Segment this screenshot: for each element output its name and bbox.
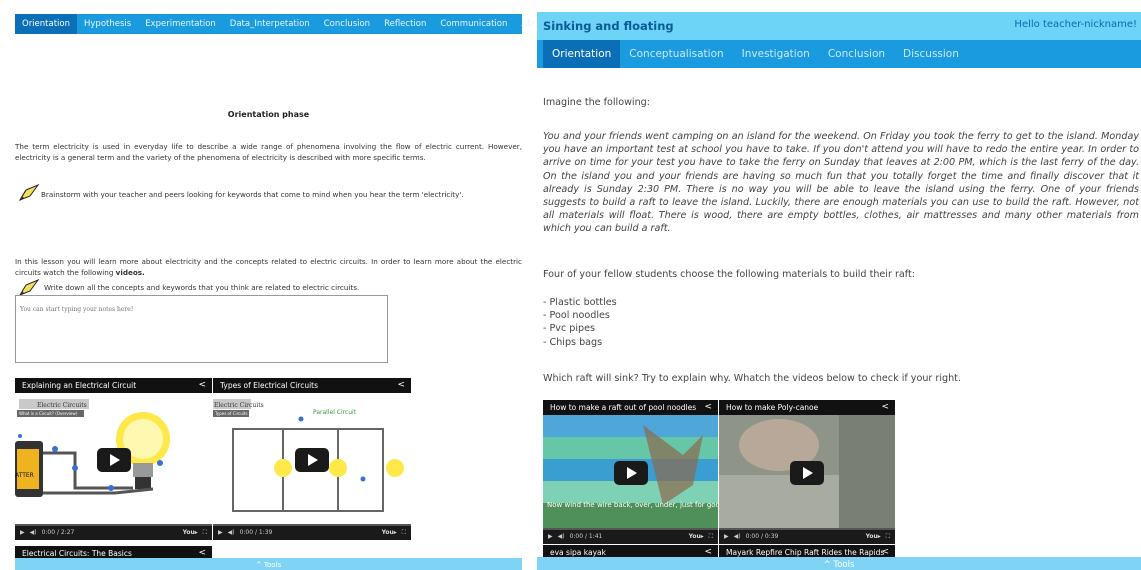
videos-emphasis: videos.: [115, 268, 145, 277]
story-paragraph: You and your friends went camping on an …: [543, 131, 1139, 235]
video-title[interactable]: Types of Electrical Circuits: [213, 378, 411, 393]
youtube-logo-icon[interactable]: You▸: [382, 526, 397, 540]
play-button[interactable]: [790, 460, 824, 485]
fullscreen-icon[interactable]: ⛶: [709, 530, 713, 544]
volume-icon[interactable]: ◀): [734, 530, 741, 544]
tab-about[interactable]: About: [514, 14, 535, 34]
phase-nav: Orientation Hypothesis Experimentation D…: [15, 14, 535, 34]
play-icon[interactable]: ▶: [548, 530, 553, 544]
video-title[interactable]: How to make a raft out of pool noodles: [543, 400, 718, 415]
youtube-logo-icon[interactable]: You▸: [689, 530, 704, 544]
tab-discussion[interactable]: Discussion: [894, 40, 968, 68]
pencil-icon: [18, 278, 40, 297]
share-icon[interactable]: <: [881, 547, 889, 557]
list-item: - Pool noodles: [543, 310, 610, 322]
tab-conclusion[interactable]: Conclusion: [819, 40, 894, 68]
video-thumbnail: Electric Circuits What is a Circuit? (Ov…: [15, 393, 212, 526]
notes-textarea[interactable]: [15, 295, 388, 363]
thumb-subtitle: Types of Circuits: [214, 411, 248, 416]
thumb-title: Electric Circuits: [214, 402, 264, 409]
video-title[interactable]: Explaining an Electrical Circuit: [15, 378, 212, 393]
video-thumbnail: Now wind the wire back, over, under, jus…: [543, 415, 718, 530]
tab-hypothesis[interactable]: Hypothesis: [77, 14, 138, 34]
video-explaining-circuit[interactable]: Explaining an Electrical Circuit < Elect…: [15, 378, 212, 540]
tools-toggle[interactable]: ^ Tools: [15, 558, 522, 570]
play-icon[interactable]: ▶: [218, 526, 223, 540]
video-time: 0:00 / 1:39: [239, 529, 273, 536]
materials-list: - Plastic bottles - Pool noodles - Pvc p…: [543, 296, 1141, 349]
thumb-subtitle: What is a Circuit? (Overview): [19, 411, 78, 416]
pencil-icon: [18, 183, 40, 202]
share-icon[interactable]: <: [881, 402, 889, 412]
video-controls: ▶ ◀) 0:00 / 1:41 You▸ ⛶: [543, 530, 718, 544]
volume-icon[interactable]: ◀): [558, 530, 565, 544]
sinking-floating-panel: Sinking and floating Hello teacher-nickn…: [537, 0, 1141, 570]
tab-experimentation[interactable]: Experimentation: [138, 14, 223, 34]
battery-label: ATTER: [15, 472, 34, 479]
circuit-label: Parallel Circuit: [313, 409, 357, 416]
lesson-text: In this lesson you will learn more about…: [15, 257, 522, 277]
electricity-lesson-panel: Orientation Hypothesis Experimentation D…: [0, 0, 535, 570]
lesson-paragraph: In this lesson you will learn more about…: [15, 256, 522, 278]
share-icon[interactable]: <: [198, 380, 206, 390]
share-icon[interactable]: <: [198, 548, 206, 558]
thumb-title: Electric Circuits: [37, 402, 87, 409]
video-controls: ▶ ◀) 0:00 / 0:39 You▸ ⛶: [719, 530, 895, 544]
tab-conceptualisation[interactable]: Conceptualisation: [620, 40, 732, 68]
video-title[interactable]: How to make Poly-canoe: [719, 400, 895, 415]
materials-intro: Four of your fellow students choose the …: [543, 269, 915, 280]
notes-input[interactable]: [16, 303, 387, 316]
tab-communication[interactable]: Communication: [433, 14, 514, 34]
video-time: 0:00 / 1:41: [569, 533, 603, 540]
youtube-logo-icon[interactable]: You▸: [866, 530, 881, 544]
play-icon[interactable]: ▶: [724, 530, 729, 544]
video-types-of-circuits[interactable]: Types of Electrical Circuits < Electric …: [213, 378, 411, 540]
share-icon[interactable]: <: [704, 402, 712, 412]
phase-tabs: Orientation Conceptualisation Investigat…: [537, 40, 1141, 68]
tab-reflection[interactable]: Reflection: [377, 14, 433, 34]
play-icon[interactable]: ▶: [20, 526, 25, 540]
youtube-logo-icon[interactable]: You▸: [183, 526, 198, 540]
fullscreen-icon[interactable]: ⛶: [886, 530, 890, 544]
list-item: - Plastic bottles: [543, 297, 617, 308]
fullscreen-icon[interactable]: ⛶: [203, 526, 207, 540]
video-controls: ▶ ◀) 0:00 / 2:27 You▸ ⛶: [15, 526, 212, 540]
video-pool-noodles[interactable]: How to make a raft out of pool noodles <…: [543, 400, 718, 544]
question-text: Which raft will sink? Try to explain why…: [543, 373, 961, 384]
tab-orientation[interactable]: Orientation: [15, 14, 77, 34]
play-button[interactable]: [613, 460, 648, 485]
write-down-instruction: Write down all the concepts and keywords…: [44, 283, 360, 292]
tab-investigation[interactable]: Investigation: [733, 40, 819, 68]
volume-icon[interactable]: ◀): [228, 526, 235, 540]
video-thumbnail: [719, 415, 895, 530]
video-time: 0:00 / 2:27: [41, 529, 75, 536]
page-title: Orientation phase: [227, 110, 310, 119]
intro-paragraph: The term electricity is used in everyday…: [15, 142, 522, 162]
app-title[interactable]: Sinking and floating: [543, 19, 674, 33]
tab-orientation[interactable]: Orientation: [543, 40, 621, 68]
play-button[interactable]: [96, 447, 131, 472]
list-item: - Chips bags: [543, 336, 603, 348]
video-controls: ▶ ◀) 0:00 / 1:39 You▸ ⛶: [213, 526, 411, 540]
fullscreen-icon[interactable]: ⛶: [402, 526, 406, 540]
share-icon[interactable]: <: [704, 547, 712, 557]
app-header: Sinking and floating Hello teacher-nickn…: [537, 12, 1141, 40]
user-greeting[interactable]: Hello teacher-nickname!: [1014, 19, 1137, 30]
share-icon[interactable]: <: [397, 380, 405, 390]
video-poly-canoe[interactable]: How to make Poly-canoe < ▶ ◀) 0:00 / 0:3…: [719, 400, 895, 544]
tab-data-interpretation[interactable]: Data_Interpetation: [223, 14, 317, 34]
video-caption: Now wind the wire back, over, under, jus…: [547, 501, 718, 509]
tab-conclusion[interactable]: Conclusion: [317, 14, 377, 34]
tools-toggle[interactable]: ^ Tools: [537, 557, 1141, 570]
video-thumbnail: Electric Circuits Types of Circuits Para…: [213, 393, 411, 526]
imagine-heading: Imagine the following:: [543, 97, 650, 108]
volume-icon[interactable]: ◀): [30, 526, 37, 540]
video-time: 0:00 / 0:39: [745, 533, 779, 540]
play-button[interactable]: [295, 447, 329, 472]
list-item: - Pvc pipes: [543, 323, 596, 335]
brainstorm-instruction: Brainstorm with your teacher and peers l…: [41, 190, 464, 199]
